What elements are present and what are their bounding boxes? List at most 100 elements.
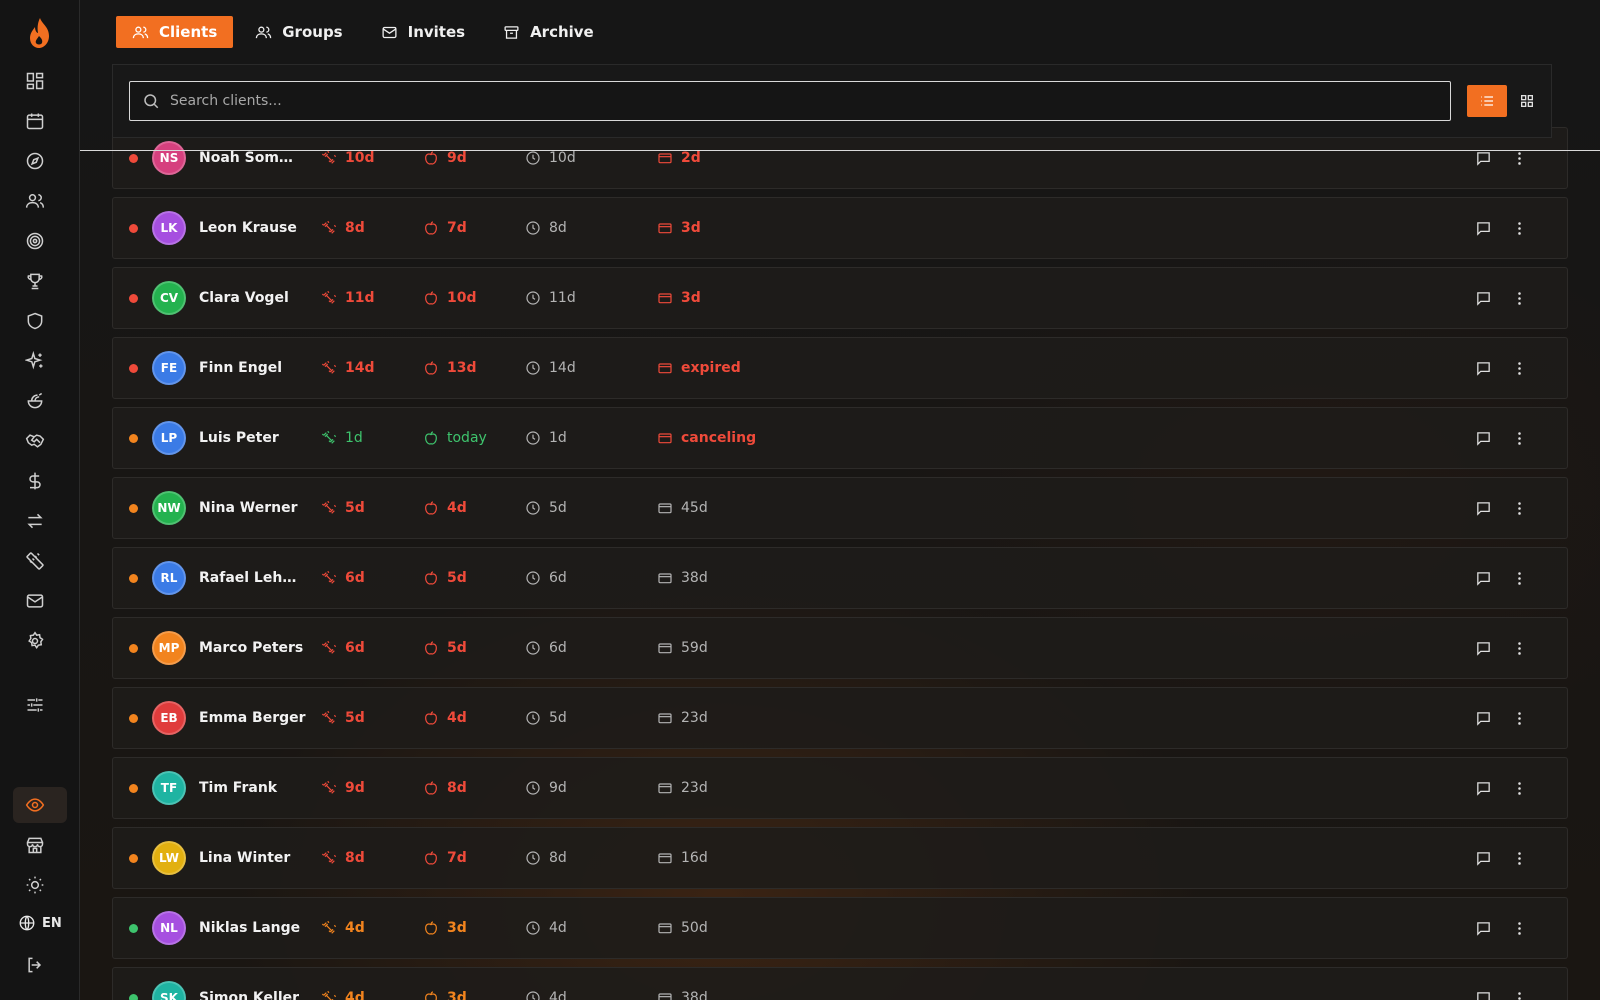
- eye-icon[interactable]: [20, 790, 50, 820]
- mail-icon[interactable]: [20, 586, 50, 616]
- avatar[interactable]: LP: [152, 421, 186, 455]
- more-options-icon[interactable]: [1509, 708, 1529, 728]
- avatar[interactable]: SK: [152, 981, 186, 1000]
- avatar[interactable]: RL: [152, 561, 186, 595]
- activity-stat: 5d: [525, 710, 567, 726]
- more-options-icon[interactable]: [1509, 918, 1529, 938]
- nutrition-stat: 10d: [423, 290, 477, 306]
- avatar[interactable]: LW: [152, 841, 186, 875]
- more-options-icon[interactable]: [1509, 988, 1529, 1000]
- message-icon[interactable]: [1473, 778, 1493, 798]
- sparkles-icon[interactable]: [20, 346, 50, 376]
- client-name[interactable]: Finn Engel: [199, 360, 307, 376]
- avatar[interactable]: CV: [152, 281, 186, 315]
- ruler-icon[interactable]: [20, 546, 50, 576]
- avatar[interactable]: MP: [152, 631, 186, 665]
- message-icon[interactable]: [1473, 848, 1493, 868]
- grid-view-button[interactable]: [1507, 85, 1547, 117]
- client-name[interactable]: Leon Krause: [199, 220, 307, 236]
- sun-icon[interactable]: [20, 870, 50, 900]
- message-icon[interactable]: [1473, 218, 1493, 238]
- nutrition-value: 5d: [447, 640, 467, 656]
- more-options-icon[interactable]: [1509, 568, 1529, 588]
- client-row[interactable]: MP Marco Peters 6d 5d 6d 59d: [112, 617, 1568, 679]
- dashboard-icon[interactable]: [20, 66, 50, 96]
- more-options-icon[interactable]: [1509, 288, 1529, 308]
- flame-logo-icon[interactable]: [25, 16, 55, 50]
- client-row[interactable]: CV Clara Vogel 11d 10d 11d 3d: [112, 267, 1568, 329]
- tab-label: Clients: [159, 23, 218, 41]
- language-selector[interactable]: EN: [18, 914, 62, 932]
- more-options-icon[interactable]: [1509, 498, 1529, 518]
- message-icon[interactable]: [1473, 638, 1493, 658]
- client-name[interactable]: Clara Vogel: [199, 290, 307, 306]
- list-view-button[interactable]: [1467, 85, 1507, 117]
- transfer-icon[interactable]: [20, 506, 50, 536]
- calendar-icon[interactable]: [20, 106, 50, 136]
- search-input[interactable]: [170, 93, 1450, 109]
- credit-card-icon: [657, 360, 673, 376]
- salad-icon[interactable]: [20, 386, 50, 416]
- client-name[interactable]: Noah Sommer: [199, 150, 307, 166]
- message-icon[interactable]: [1473, 148, 1493, 168]
- message-icon[interactable]: [1473, 568, 1493, 588]
- apple-icon: [423, 290, 439, 306]
- more-options-icon[interactable]: [1509, 218, 1529, 238]
- more-options-icon[interactable]: [1509, 638, 1529, 658]
- message-icon[interactable]: [1473, 708, 1493, 728]
- client-row[interactable]: NW Nina Werner 5d 4d 5d 45d: [112, 477, 1568, 539]
- client-name[interactable]: Luis Peter: [199, 430, 307, 446]
- client-row[interactable]: SK Simon Keller 4d 3d 4d 38d: [112, 967, 1568, 1000]
- client-name[interactable]: Niklas Lange: [199, 920, 307, 936]
- tab-clients[interactable]: Clients: [116, 16, 234, 48]
- message-icon[interactable]: [1473, 358, 1493, 378]
- message-icon[interactable]: [1473, 498, 1493, 518]
- handshake-icon[interactable]: [20, 426, 50, 456]
- client-row[interactable]: FE Finn Engel 14d 13d 14d expired: [112, 337, 1568, 399]
- message-icon[interactable]: [1473, 988, 1493, 1000]
- more-options-icon[interactable]: [1509, 148, 1529, 168]
- client-name[interactable]: Rafael Lehmann: [199, 570, 307, 586]
- client-name[interactable]: Tim Frank: [199, 780, 307, 796]
- client-row[interactable]: LK Leon Krause 8d 7d 8d 3d: [112, 197, 1568, 259]
- client-row[interactable]: NL Niklas Lange 4d 3d 4d 50d: [112, 897, 1568, 959]
- more-options-icon[interactable]: [1509, 778, 1529, 798]
- settings-gear-icon[interactable]: [20, 626, 50, 656]
- avatar[interactable]: NS: [152, 141, 186, 175]
- message-icon[interactable]: [1473, 288, 1493, 308]
- logout-icon[interactable]: [20, 950, 50, 980]
- more-options-icon[interactable]: [1509, 428, 1529, 448]
- more-options-icon[interactable]: [1509, 848, 1529, 868]
- client-row[interactable]: TF Tim Frank 9d 8d 9d 23d: [112, 757, 1568, 819]
- client-name[interactable]: Nina Werner: [199, 500, 307, 516]
- sliders-icon[interactable]: [20, 690, 50, 720]
- tab-archive[interactable]: Archive: [487, 16, 610, 48]
- client-name[interactable]: Lina Winter: [199, 850, 307, 866]
- avatar[interactable]: TF: [152, 771, 186, 805]
- store-icon[interactable]: [20, 830, 50, 860]
- clients-icon[interactable]: [20, 186, 50, 216]
- client-row[interactable]: LW Lina Winter 8d 7d 8d 16d: [112, 827, 1568, 889]
- more-options-icon[interactable]: [1509, 358, 1529, 378]
- target-icon[interactable]: [20, 226, 50, 256]
- message-icon[interactable]: [1473, 428, 1493, 448]
- client-row[interactable]: RL Rafael Lehmann 6d 5d 6d 38d: [112, 547, 1568, 609]
- avatar[interactable]: NL: [152, 911, 186, 945]
- avatar[interactable]: LK: [152, 211, 186, 245]
- dollar-icon[interactable]: [20, 466, 50, 496]
- client-row[interactable]: LP Luis Peter 1d today 1d canceling: [112, 407, 1568, 469]
- message-icon[interactable]: [1473, 918, 1493, 938]
- shield-icon[interactable]: [20, 306, 50, 336]
- compass-icon[interactable]: [20, 146, 50, 176]
- avatar[interactable]: NW: [152, 491, 186, 525]
- tab-groups[interactable]: Groups: [239, 16, 358, 48]
- subscription-stat: 16d: [657, 850, 708, 866]
- client-name[interactable]: Simon Keller: [199, 990, 307, 1000]
- avatar[interactable]: FE: [152, 351, 186, 385]
- client-name[interactable]: Marco Peters: [199, 640, 307, 656]
- client-row[interactable]: EB Emma Berger 5d 4d 5d 23d: [112, 687, 1568, 749]
- tab-invites[interactable]: Invites: [365, 16, 481, 48]
- avatar[interactable]: EB: [152, 701, 186, 735]
- client-name[interactable]: Emma Berger: [199, 710, 307, 726]
- trophy-icon[interactable]: [20, 266, 50, 296]
